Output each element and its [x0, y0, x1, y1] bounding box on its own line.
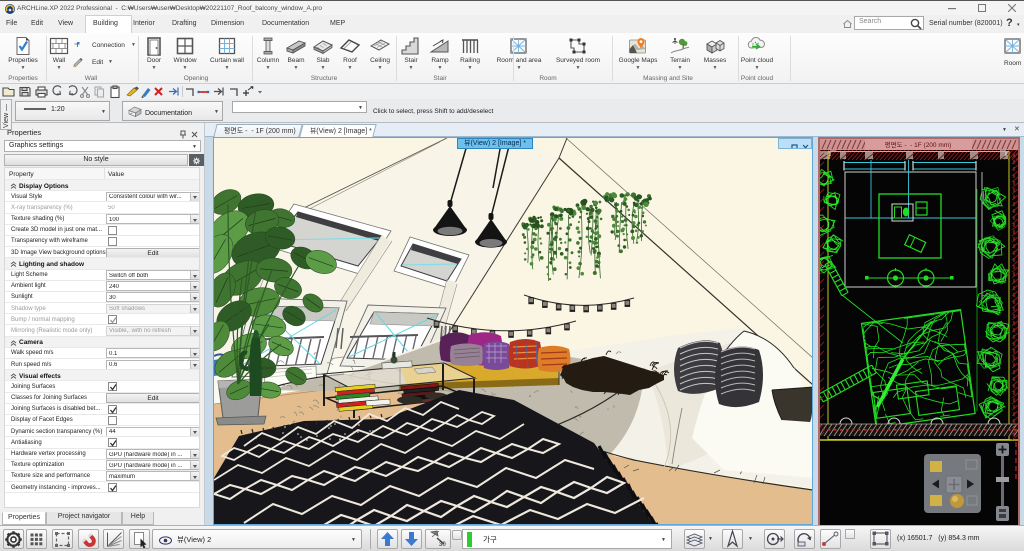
- svg-text:30: 30: [439, 542, 446, 547]
- svg-text:평면도 - - 1F (200 mm): 평면도 - - 1F (200 mm): [885, 140, 952, 149]
